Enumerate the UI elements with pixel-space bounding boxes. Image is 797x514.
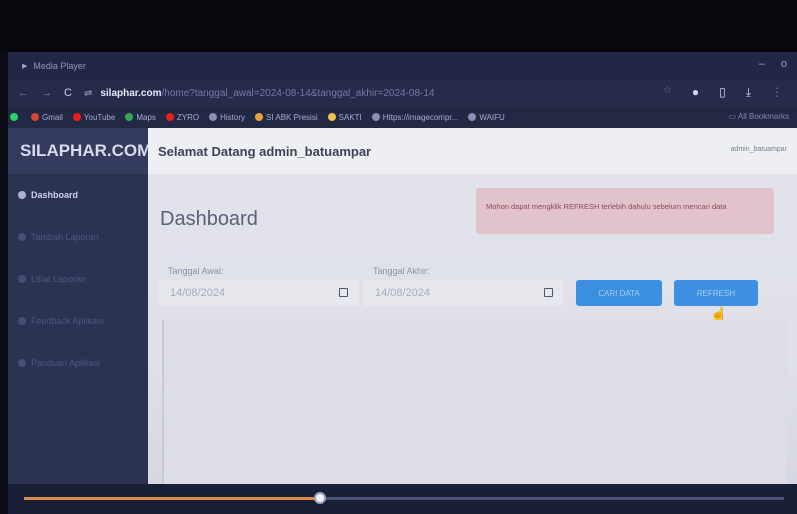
bookmark-label: History (220, 112, 246, 122)
brand-logo[interactable]: SILAPHAR.COM (8, 128, 151, 174)
window-title: Media Player (33, 61, 86, 71)
bookmark-sakti[interactable]: SAKTI (327, 112, 362, 122)
sidebar-item-label: Lihat Laporan (31, 274, 87, 284)
sidebar-item-label: Dashboard (31, 190, 79, 200)
play-icon: ▶ (22, 63, 28, 70)
start-date-label: Tanggal Awal: (168, 266, 224, 276)
start-date-value: 14/08/2024 (170, 287, 226, 299)
dashboard-icon (18, 191, 26, 199)
sidebar-item-feedback[interactable]: Feedback Aplikasi (8, 300, 148, 342)
end-date-label: Tanggal Akhir: (373, 266, 430, 276)
end-date-value: 14/08/2024 (375, 287, 431, 299)
bookmark-label: YouTube (83, 112, 116, 122)
page-title: Dashboard (160, 208, 258, 230)
window-controls: – o (759, 58, 787, 70)
start-date-input[interactable]: 14/08/2024 (158, 280, 358, 306)
address-bar: ← → C ⇌ silaphar.com /home?tanggal_awal=… (8, 80, 797, 106)
bookmark-label: ZYRO (176, 112, 200, 122)
bookmark-label: SI ABK Presisi (266, 112, 318, 122)
back-icon[interactable]: ← (18, 87, 29, 99)
cari-data-button[interactable]: CARI DATA (576, 280, 662, 306)
download-icon[interactable]: ⤓ (746, 85, 751, 100)
forward-icon[interactable]: → (41, 87, 52, 99)
sidebar-item-panduan[interactable]: Panduan Aplikasi (8, 342, 148, 384)
user-menu[interactable]: admin_batuampar (731, 146, 787, 153)
list-icon (18, 275, 26, 283)
youtube-icon (72, 113, 81, 121)
bookmark-history[interactable]: History (209, 113, 245, 122)
star-icon[interactable]: ☆ (663, 85, 672, 100)
feedback-icon (18, 317, 26, 325)
all-bookmarks-label: All Bookmarks (737, 112, 789, 121)
si-abk-icon (255, 113, 264, 121)
globe-icon (371, 113, 380, 121)
bookmark-gmail[interactable]: Gmail (31, 113, 63, 122)
menu-icon[interactable]: ⋮ (771, 85, 783, 100)
folder-icon: ▭ (728, 112, 738, 121)
bookmark-label: Gmail (42, 112, 63, 122)
sakti-icon (327, 113, 336, 121)
bookmark-label: SAKTI (338, 112, 362, 122)
sidebar: SILAPHAR.COM Dashboard Tambah Laporan Li… (8, 128, 151, 484)
minimize-button[interactable]: – (759, 58, 765, 70)
seek-track[interactable] (24, 497, 784, 500)
end-date-input[interactable]: 14/08/2024 (363, 280, 563, 306)
seek-handle[interactable] (314, 492, 327, 504)
bookmark-imagecompr[interactable]: Https://imagecompr... (371, 112, 459, 122)
globe-icon (468, 113, 477, 121)
url-path: /home?tanggal_awal=2024-08-14&tanggal_ak… (161, 87, 435, 99)
all-bookmarks-button[interactable]: ▭ All Bookmarks (729, 112, 789, 121)
screen: ▶ Media Player – o ← → C ⇌ silaphar.com … (8, 52, 797, 514)
sidebar-item-label: Tambah Laporan (31, 232, 99, 242)
gmail-icon (31, 113, 39, 121)
seek-progress (24, 497, 321, 500)
sidebar-item-dashboard[interactable]: Dashboard (8, 174, 148, 216)
sidebar-item-lihat-laporan[interactable]: Lihat Laporan (8, 258, 148, 300)
refresh-alert: Mohon dapat mengklik REFRESH terlebih da… (476, 188, 774, 234)
bookmark-zyro[interactable]: ZYRO (165, 112, 200, 122)
whatsapp-icon (10, 113, 18, 121)
window-titlebar: ▶ Media Player – o (8, 52, 797, 80)
bookmark-label: Maps (136, 112, 156, 122)
calendar-icon[interactable] (544, 288, 553, 297)
bookmark-youtube[interactable]: YouTube (72, 112, 116, 122)
book-icon (18, 359, 26, 367)
history-icon (209, 113, 218, 121)
site-info-icon[interactable]: ⇌ (84, 88, 92, 99)
bookmark-maps[interactable]: Maps (125, 113, 156, 122)
top-header: Selamat Datang admin_batuampar admin_bat… (148, 128, 797, 174)
bookmark-label: Https://imagecompr... (382, 112, 459, 122)
bookmark-label: WAIFU (479, 112, 505, 122)
bookmark-waifu[interactable]: WAIFU (468, 112, 505, 122)
bookmark-whatsapp[interactable] (10, 113, 21, 121)
sidebar-item-label: Panduan Aplikasi (31, 358, 101, 368)
toolbar-icons: ☆ ● ▯ ⤓ ⋮ (663, 85, 783, 100)
plus-icon (18, 233, 26, 241)
url-field[interactable]: ⇌ silaphar.com /home?tanggal_awal=2024-0… (84, 88, 435, 99)
extension-icon[interactable]: ● (692, 85, 699, 100)
refresh-button[interactable]: REFRESH (674, 280, 758, 306)
welcome-text: Selamat Datang admin_batuampar (158, 143, 372, 159)
maps-icon (125, 113, 134, 121)
bookmark-si-abk[interactable]: SI ABK Presisi (255, 113, 318, 122)
puzzle-icon[interactable]: ▯ (719, 85, 726, 100)
zyro-icon (165, 113, 174, 121)
main-content: Dashboard Mohon dapat mengklik REFRESH t… (148, 174, 797, 484)
reload-icon[interactable]: C (64, 87, 72, 99)
media-player-bar (8, 484, 797, 514)
restore-button[interactable]: o (781, 58, 787, 70)
bookmarks-bar: Gmail YouTube Maps ZYRO History SI ABK P… (8, 106, 797, 128)
calendar-icon[interactable] (339, 288, 348, 297)
web-page: SILAPHAR.COM Dashboard Tambah Laporan Li… (8, 128, 797, 514)
url-domain: silaphar.com (100, 87, 162, 99)
monitor-bezel (0, 0, 797, 52)
data-panel (162, 320, 787, 484)
sidebar-item-tambah-laporan[interactable]: Tambah Laporan (8, 216, 148, 258)
sidebar-item-label: Feedback Aplikasi (31, 316, 104, 326)
